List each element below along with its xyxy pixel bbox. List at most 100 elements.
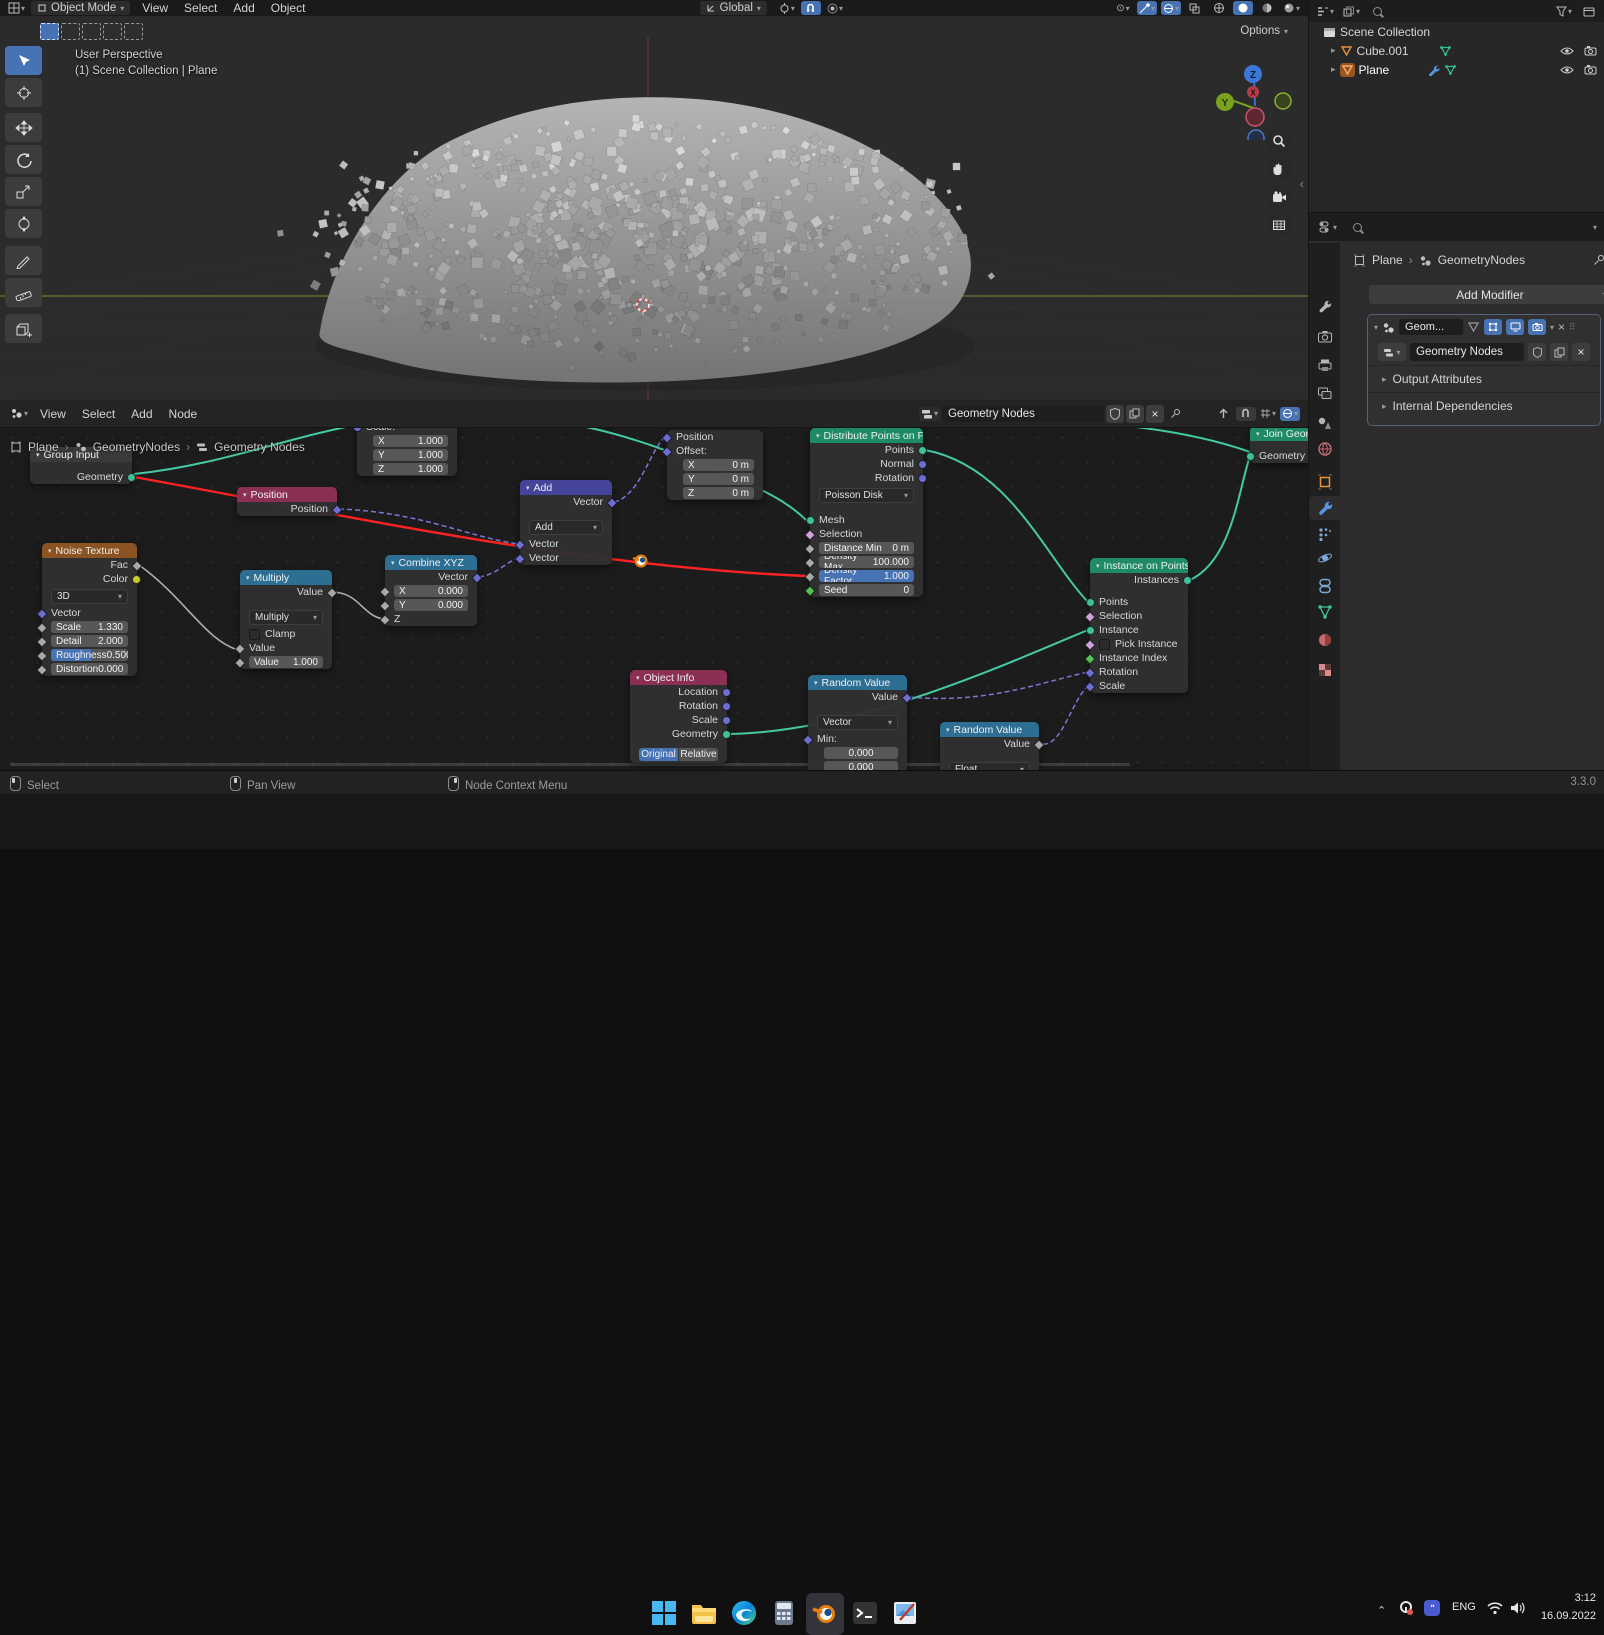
render-toggle-button[interactable]	[1528, 319, 1546, 335]
internal-dependencies-panel[interactable]: ▸ Internal Dependencies	[1368, 392, 1600, 419]
add-modifier-dropdown[interactable]: Add Modifier▾	[1369, 285, 1604, 304]
outliner-search-input[interactable]	[1367, 4, 1549, 18]
value-field[interactable]: Y0.000	[394, 599, 468, 611]
node-position[interactable]: ▾PositionPosition	[237, 487, 337, 516]
node-vector-scale[interactable]: Scale:X1.000Y1.000Z1.000	[357, 420, 457, 476]
terminal-icon[interactable]	[852, 1600, 878, 1626]
breadcrumb-object[interactable]: Plane	[1372, 253, 1403, 267]
node-header[interactable]: ▾Random Value	[940, 722, 1039, 737]
node-header[interactable]: ▾Random Value	[808, 675, 907, 690]
breadcrumb-modifier[interactable]: GeometryNodes	[1438, 253, 1525, 267]
dropdown-multiply[interactable]: Multiply▾	[249, 610, 323, 625]
tab-material[interactable]	[1309, 628, 1340, 652]
gizmo-x-neg-axis[interactable]	[1246, 108, 1264, 126]
value-field[interactable]: 0.000	[824, 747, 898, 759]
collapse-icon[interactable]: ▾	[816, 432, 820, 440]
xray-toggle-button[interactable]	[1185, 1, 1205, 15]
gizmo-z-neg-axis[interactable]	[1248, 130, 1264, 140]
menu-select[interactable]: Select	[176, 1, 225, 15]
tab-modifiers[interactable]	[1309, 496, 1340, 520]
node-object-info[interactable]: ▾Object InfoLocationRotationScaleGeometr…	[630, 670, 727, 763]
value-field[interactable]: Seed0	[819, 584, 914, 596]
copy-button[interactable]	[1550, 343, 1568, 361]
modifier-name-field[interactable]: Geom...	[1399, 319, 1463, 335]
socket[interactable]	[1086, 626, 1095, 635]
node-header[interactable]: ▾Position	[237, 487, 337, 502]
tab-particles[interactable]	[1309, 522, 1340, 546]
sidebar-toggle[interactable]: ‹	[1300, 176, 1304, 191]
orthographic-toggle-button[interactable]	[1266, 212, 1292, 238]
tab-render[interactable]	[1309, 325, 1340, 349]
node-set-position[interactable]: PositionOffset:X0 mY0 mZ0 m	[667, 430, 763, 500]
select-mode-new-button[interactable]	[40, 23, 59, 40]
node-group-selector-button[interactable]: ▾	[919, 407, 940, 421]
proportional-editing-button[interactable]: ▾	[825, 1, 845, 15]
value-field[interactable]: Density Factor1.000	[819, 570, 914, 582]
properties-options-chevron[interactable]: ▾	[1593, 223, 1597, 232]
expand-arrow-icon[interactable]: ▸	[1331, 45, 1336, 56]
cursor-tool[interactable]	[5, 78, 42, 107]
navigation-gizmo[interactable]: Z X Y	[1212, 44, 1302, 140]
transform-orientation-selector[interactable]: Global ▾	[700, 1, 767, 15]
outliner-row-cube[interactable]: ▸ Cube.001	[1309, 41, 1604, 60]
new-collection-button[interactable]	[1579, 4, 1599, 18]
zoom-button[interactable]	[1266, 128, 1292, 154]
socket[interactable]	[918, 460, 927, 469]
dropdown-poisson-disk[interactable]: Poisson Disk▾	[819, 488, 914, 503]
tweak-select-tool[interactable]	[5, 46, 42, 75]
select-mode-intersect-button[interactable]	[124, 23, 143, 40]
gizmo-y-neg-axis[interactable]	[1275, 93, 1291, 109]
node-header[interactable]: ▾Object Info	[630, 670, 727, 685]
socket[interactable]	[132, 575, 141, 584]
breadcrumb-node-group[interactable]: Geometry Nodes	[214, 440, 305, 454]
collapse-icon[interactable]: ▾	[1096, 562, 1100, 570]
remove-modifier-button[interactable]: ×	[1558, 320, 1565, 334]
socket[interactable]	[722, 688, 731, 697]
pin-icon[interactable]	[1593, 254, 1604, 266]
scale-tool[interactable]	[5, 177, 42, 206]
node-header[interactable]: ▾Add	[520, 480, 612, 495]
dropdown-3d[interactable]: 3D▾	[51, 589, 128, 604]
value-field[interactable]: X0 m	[683, 459, 754, 471]
tray-app-icon[interactable]: "	[1424, 1600, 1440, 1616]
collapse-icon[interactable]: ▾	[636, 674, 640, 682]
tab-physics[interactable]	[1309, 546, 1340, 570]
value-field[interactable]: Roughness0.500	[51, 649, 128, 661]
node-noise-texture[interactable]: ▾Noise TextureFacColor3D▾VectorScale1.33…	[42, 543, 137, 676]
value-field[interactable]: Density Max100.000	[819, 556, 914, 568]
value-field[interactable]: Scale1.330	[51, 621, 128, 633]
value-field[interactable]: Z0 m	[683, 487, 754, 499]
overlays-toggle-button[interactable]: ▾	[1161, 1, 1181, 15]
tab-object-constraints[interactable]	[1309, 574, 1340, 598]
socket[interactable]	[918, 446, 927, 455]
value-field[interactable]: Distance Min0 m	[819, 542, 914, 554]
tab-world[interactable]	[1309, 437, 1340, 461]
gizmo-toggle-button[interactable]: ▾	[1137, 1, 1157, 15]
node-header[interactable]: ▾Instance on Points	[1090, 558, 1188, 573]
annotate-tool[interactable]	[5, 246, 42, 275]
value-field[interactable]: Z1.000	[373, 463, 448, 475]
rotate-tool[interactable]	[5, 145, 42, 174]
add-cube-tool[interactable]	[5, 314, 42, 343]
pivot-point-button[interactable]: ⊙▾	[1113, 1, 1133, 15]
fake-user-button[interactable]	[1106, 405, 1124, 423]
measure-tool[interactable]	[5, 278, 42, 307]
disable-render-camera-icon[interactable]	[1584, 64, 1597, 75]
fake-user-button[interactable]	[1528, 343, 1546, 361]
hide-eye-icon[interactable]	[1560, 46, 1574, 56]
mode-selector[interactable]: Object Mode ▾	[31, 1, 130, 15]
collapse-icon[interactable]: ▾	[246, 574, 250, 582]
start-button[interactable]	[651, 1600, 677, 1626]
socket[interactable]	[722, 702, 731, 711]
tab-scene[interactable]	[1309, 411, 1340, 435]
value-field[interactable]: Y1.000	[373, 449, 448, 461]
properties-search-input[interactable]	[1347, 220, 1468, 234]
wifi-icon[interactable]	[1487, 1601, 1503, 1615]
socket[interactable]	[722, 716, 731, 725]
edit-mode-toggle-button[interactable]	[1484, 319, 1502, 335]
node-group-browse-button[interactable]: ▾	[1378, 343, 1406, 361]
socket[interactable]	[1183, 576, 1192, 585]
menu-view[interactable]: View	[134, 1, 176, 15]
dropdown-float[interactable]: Float▾	[949, 762, 1030, 771]
socket[interactable]	[918, 474, 927, 483]
